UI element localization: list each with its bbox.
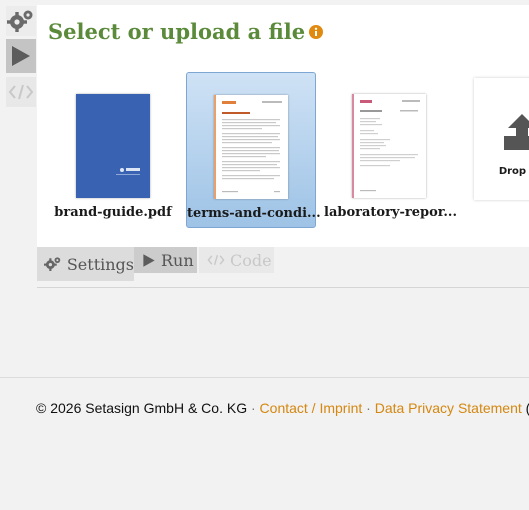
footer: © 2026 Setasign GmbH & Co. KG · Contact … [36,400,529,416]
tab-run[interactable]: Run [134,247,197,273]
file-selector-panel: Select or upload a file brand-guide.pdf [37,5,529,247]
tab-settings[interactable]: Settings [37,247,134,281]
file-name: terms-and-condi... [187,206,321,221]
upload-dropzone[interactable]: Drop file upl [474,78,529,200]
side-toolbar [0,0,37,248]
pdf-thumbnail [352,94,426,198]
separator: · [250,400,256,416]
file-name: brand-guide.pdf [54,205,172,220]
separator: · [366,400,371,416]
tab-settings-label: Settings [66,254,134,274]
info-icon[interactable] [309,19,324,44]
pdf-thumbnail [76,94,150,198]
tab-run-label: Run [161,250,194,270]
gears-icon [44,257,61,272]
upload-icon [504,114,529,150]
divider [37,287,529,288]
file-item-brand-guide[interactable]: brand-guide.pdf [48,72,178,228]
upload-instructions: Drop file upl [498,166,529,177]
gears-icon [7,10,33,32]
code-icon [8,84,34,100]
file-item-terms-and-conditions[interactable]: terms-and-condi... [186,72,321,228]
play-icon [143,253,155,267]
tab-code[interactable]: Code [199,247,274,273]
side-run-button[interactable] [6,39,36,73]
copyright-text: © 2026 Setasign GmbH & Co. KG [36,400,248,416]
contact-imprint-link[interactable]: Contact / Imprint [260,400,363,416]
tab-code-label: Code [230,250,272,270]
trailing-text: ( [526,400,529,416]
side-settings-button[interactable] [6,6,36,36]
file-name: laboratory-repor... [324,205,457,220]
code-icon [207,254,225,266]
play-icon [12,46,30,66]
file-item-laboratory-report[interactable]: laboratory-repor... [324,72,457,228]
privacy-statement-link[interactable]: Data Privacy Statement [375,400,522,416]
pdf-thumbnail [214,95,288,199]
page-title: Select or upload a file [48,19,324,46]
footer-divider [0,377,529,378]
side-code-button[interactable] [6,77,36,107]
